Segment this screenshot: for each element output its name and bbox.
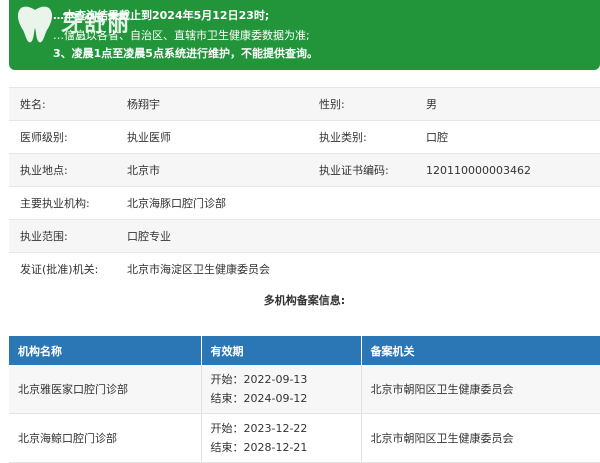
info-row: 姓名: 杨翔宇 性别: 男: [9, 87, 600, 121]
cert-value: 120110000003462: [426, 153, 600, 187]
info-row: 主要执业机构: 北京海豚口腔门诊部: [9, 186, 600, 220]
cert-label: 执业证书编码:: [308, 153, 426, 187]
notice-banner: 牙舒丽 YSL …本查询结果截止到2024年5月12日23时; …信息以各省、自…: [9, 0, 600, 70]
scope-label: 执业范围:: [9, 219, 127, 253]
header-org-name: 机构名称: [9, 336, 202, 365]
org-name-cell: 北京雅医家口腔门诊部: [9, 365, 202, 414]
end-date: 结束：2024-09-12: [210, 392, 308, 405]
org-value: 北京海豚口腔门诊部: [127, 186, 600, 220]
location-value: 北京市: [127, 153, 308, 187]
org-label: 主要执业机构:: [9, 186, 127, 220]
info-row: 执业范围: 口腔专业: [9, 219, 600, 253]
start-date: 开始：2023-12-22: [210, 422, 308, 435]
org-name-cell: 北京海鲸口腔门诊部: [9, 413, 202, 463]
level-label: 医师级别:: [9, 120, 127, 154]
location-label: 执业地点:: [9, 153, 127, 187]
issuer-value: 北京市海淀区卫生健康委员会: [127, 252, 600, 285]
name-value: 杨翔宇: [127, 87, 308, 121]
table-header-row: 机构名称 有效期 备案机关: [9, 336, 600, 365]
info-row: 执业地点: 北京市 执业证书编码: 120110000003462: [9, 153, 600, 187]
authority-cell: 北京市朝阳区卫生健康委员会: [361, 413, 600, 463]
gender-label: 性别:: [308, 87, 426, 121]
issuer-label: 发证(批准)机关:: [9, 252, 127, 285]
table-row: 北京雅医家口腔门诊部 开始：2022-09-13 结束：2024-09-12 北…: [9, 365, 600, 414]
level-value: 执业医师: [127, 120, 308, 154]
category-value: 口腔: [426, 120, 600, 154]
validity-cell: 开始：2022-09-13 结束：2024-09-12: [201, 365, 362, 414]
table-row: 北京海鲸口腔门诊部 开始：2023-12-22 结束：2028-12-21 北京…: [9, 413, 600, 463]
gender-value: 男: [426, 87, 600, 121]
info-row: 发证(批准)机关: 北京市海淀区卫生健康委员会: [9, 252, 600, 285]
multi-org-table: 机构名称 有效期 备案机关 北京雅医家口腔门诊部 开始：2022-09-13 结…: [9, 336, 600, 463]
tooth-icon: [17, 6, 53, 43]
end-date: 结束：2028-12-21: [210, 441, 308, 454]
doctor-info-table: 姓名: 杨翔宇 性别: 男 医师级别: 执业医师 执业类别: 口腔 执业地点: …: [9, 87, 600, 285]
authority-cell: 北京市朝阳区卫生健康委员会: [361, 365, 600, 414]
start-date: 开始：2022-09-13: [210, 373, 308, 386]
section-title: 多机构备案信息:: [263, 294, 346, 307]
header-authority: 备案机关: [361, 336, 600, 365]
notice-line-1: …本查询结果截止到2024年5月12日23时;: [53, 9, 270, 22]
header-validity: 有效期: [201, 336, 362, 365]
info-row: 医师级别: 执业医师 执业类别: 口腔: [9, 120, 600, 154]
notice-line-3: 3、凌晨1点至凌晨5点系统进行维护，不能提供查询。: [53, 47, 318, 60]
scope-value: 口腔专业: [127, 219, 600, 253]
name-label: 姓名:: [9, 87, 127, 121]
notice-line-2: …信息以各省、自治区、直辖市卫生健康委数据为准;: [53, 29, 310, 42]
validity-cell: 开始：2023-12-22 结束：2028-12-21: [201, 413, 362, 463]
category-label: 执业类别:: [308, 120, 426, 154]
